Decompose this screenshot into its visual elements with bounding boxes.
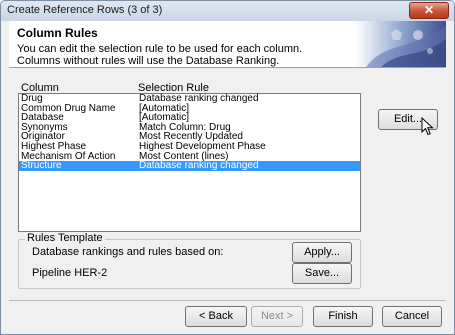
next-button[interactable]: Next > [251, 306, 303, 327]
close-icon: ✕ [423, 3, 435, 17]
apply-button[interactable]: Apply... [292, 242, 352, 263]
save-button-label: Save... [304, 267, 340, 279]
column-cell: Structure [21, 160, 62, 172]
close-button[interactable]: ✕ [409, 2, 449, 19]
header-description-line1: You can edit the selection rule to be us… [17, 43, 303, 55]
next-button-label: Next > [260, 310, 294, 322]
cancel-button-label: Cancel [394, 310, 430, 322]
finish-button[interactable]: Finish [313, 306, 373, 327]
cancel-button[interactable]: Cancel [382, 306, 442, 327]
page-title: Column Rules [17, 26, 98, 40]
table-row-selected[interactable]: Structure Database ranking changed [19, 161, 360, 171]
rules-template-legend: Rules Template [25, 232, 105, 244]
header-description-line2: Columns without rules will use the Datab… [17, 55, 280, 67]
wizard-header: Column Rules You can edit the selection … [9, 21, 446, 68]
finish-button-label: Finish [328, 310, 358, 322]
mouse-pointer-icon [421, 117, 434, 136]
title-bar[interactable]: Create Reference Rows (3 of 3) ✕ [1, 1, 454, 21]
save-button[interactable]: Save... [292, 263, 352, 284]
rules-template-description: Database rankings and rules based on: [32, 246, 224, 258]
back-button-label: < Back [199, 310, 233, 322]
rules-template-name: Pipeline HER-2 [32, 267, 108, 279]
apply-button-label: Apply... [304, 246, 340, 258]
table-row[interactable]: Common Drug Name [Automatic] [19, 103, 360, 114]
window-title: Create Reference Rows (3 of 3) [7, 4, 163, 16]
dialog-window: Create Reference Rows (3 of 3) ✕ Column … [0, 0, 455, 335]
footer-divider [9, 300, 446, 301]
header-banner-graphic [356, 21, 446, 67]
column-rules-list[interactable]: Drug Database ranking changed Common Dru… [18, 93, 361, 232]
back-button[interactable]: < Back [185, 306, 247, 327]
edit-button-label: Edit... [393, 113, 423, 125]
rule-cell: Database ranking changed [139, 160, 259, 172]
rules-template-group: Rules Template Database rankings and rul… [18, 232, 361, 289]
